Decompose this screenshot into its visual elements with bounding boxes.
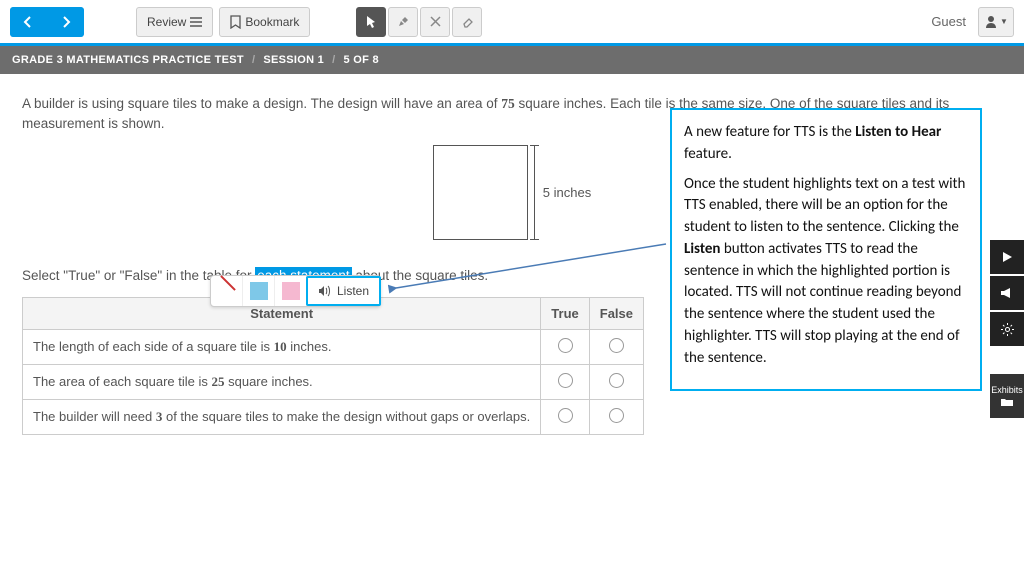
tile-square: [433, 145, 528, 240]
table-row: The builder will need 3 of the square ti…: [23, 399, 644, 434]
highlight-toolbar: Listen: [210, 275, 381, 307]
caret-down-icon: ▼: [1000, 17, 1008, 26]
th-false: False: [589, 297, 643, 329]
list-icon: [190, 17, 202, 27]
table-row: The area of each square tile is 25 squar…: [23, 364, 644, 399]
breadcrumb-test: GRADE 3 MATHEMATICS PRACTICE TEST: [12, 54, 244, 66]
radio-true[interactable]: [558, 373, 573, 388]
radio-true[interactable]: [558, 338, 573, 353]
user-menu-button[interactable]: ▼: [978, 7, 1014, 37]
listen-button[interactable]: Listen: [306, 276, 381, 306]
callout-p2: Once the student highlights text on a te…: [684, 174, 968, 370]
radio-false[interactable]: [609, 408, 624, 423]
radio-false[interactable]: [609, 338, 624, 353]
speaker-icon: [318, 285, 332, 297]
listen-label: Listen: [337, 284, 369, 298]
highlighter-icon: [397, 16, 409, 28]
exhibits-button[interactable]: Exhibits: [990, 374, 1024, 418]
statement-cell: The length of each side of a square tile…: [23, 329, 541, 364]
radio-true[interactable]: [558, 408, 573, 423]
pointer-tool[interactable]: [356, 7, 386, 37]
true-false-table: Statement True False The length of each …: [22, 297, 644, 435]
review-button[interactable]: Review: [136, 7, 213, 37]
folder-icon: [1000, 397, 1014, 407]
highlight-pink-button[interactable]: [275, 276, 307, 306]
statement-cell: The builder will need 3 of the square ti…: [23, 399, 541, 434]
arrow-left-icon: [21, 15, 35, 29]
top-toolbar: Review Bookmark Guest ▼: [0, 0, 1024, 46]
strike-tool[interactable]: [420, 7, 450, 37]
th-true: True: [541, 297, 589, 329]
tile-measure: 5 inches: [534, 145, 591, 240]
clear-highlight-button[interactable]: [211, 276, 243, 306]
x-icon: [430, 16, 441, 27]
true-cell: [541, 329, 589, 364]
breadcrumb-sep: /: [252, 54, 255, 66]
gear-icon: [1001, 323, 1014, 336]
pointer-icon: [365, 15, 377, 29]
play-icon: [1001, 251, 1013, 263]
settings-button[interactable]: [990, 312, 1024, 346]
nav-group: [10, 7, 84, 37]
user-icon: [984, 15, 998, 29]
false-cell: [589, 399, 643, 434]
true-cell: [541, 364, 589, 399]
back-button[interactable]: [10, 7, 46, 37]
radio-false[interactable]: [609, 373, 624, 388]
forward-button[interactable]: [48, 7, 84, 37]
eraser-tool[interactable]: [452, 7, 482, 37]
exhibits-label: Exhibits: [991, 385, 1023, 395]
highlight-blue-button[interactable]: [243, 276, 275, 306]
eraser-icon: [461, 16, 474, 28]
table-row: The length of each side of a square tile…: [23, 329, 644, 364]
megaphone-icon: [1000, 287, 1014, 299]
false-cell: [589, 329, 643, 364]
false-cell: [589, 364, 643, 399]
bookmark-label: Bookmark: [245, 15, 299, 29]
bookmark-button[interactable]: Bookmark: [219, 7, 310, 37]
breadcrumb-sep: /: [332, 54, 335, 66]
statement-cell: The area of each square tile is 25 squar…: [23, 364, 541, 399]
guest-label: Guest: [931, 14, 966, 29]
breadcrumb-progress: 5 OF 8: [343, 54, 378, 66]
announce-button[interactable]: [990, 276, 1024, 310]
measure-label: 5 inches: [543, 185, 591, 200]
callout-box: A new feature for TTS is the Listen to H…: [670, 108, 982, 391]
bookmark-icon: [230, 15, 241, 29]
breadcrumb: GRADE 3 MATHEMATICS PRACTICE TEST / SESS…: [0, 46, 1024, 74]
highlighter-tool[interactable]: [388, 7, 418, 37]
annotation-tools: [356, 7, 482, 37]
side-panel: Exhibits: [990, 240, 1024, 420]
review-label: Review: [147, 15, 186, 29]
breadcrumb-session: SESSION 1: [263, 54, 324, 66]
play-tts-button[interactable]: [990, 240, 1024, 274]
callout-p1: A new feature for TTS is the Listen to H…: [684, 122, 968, 166]
true-cell: [541, 399, 589, 434]
arrow-right-icon: [59, 15, 73, 29]
